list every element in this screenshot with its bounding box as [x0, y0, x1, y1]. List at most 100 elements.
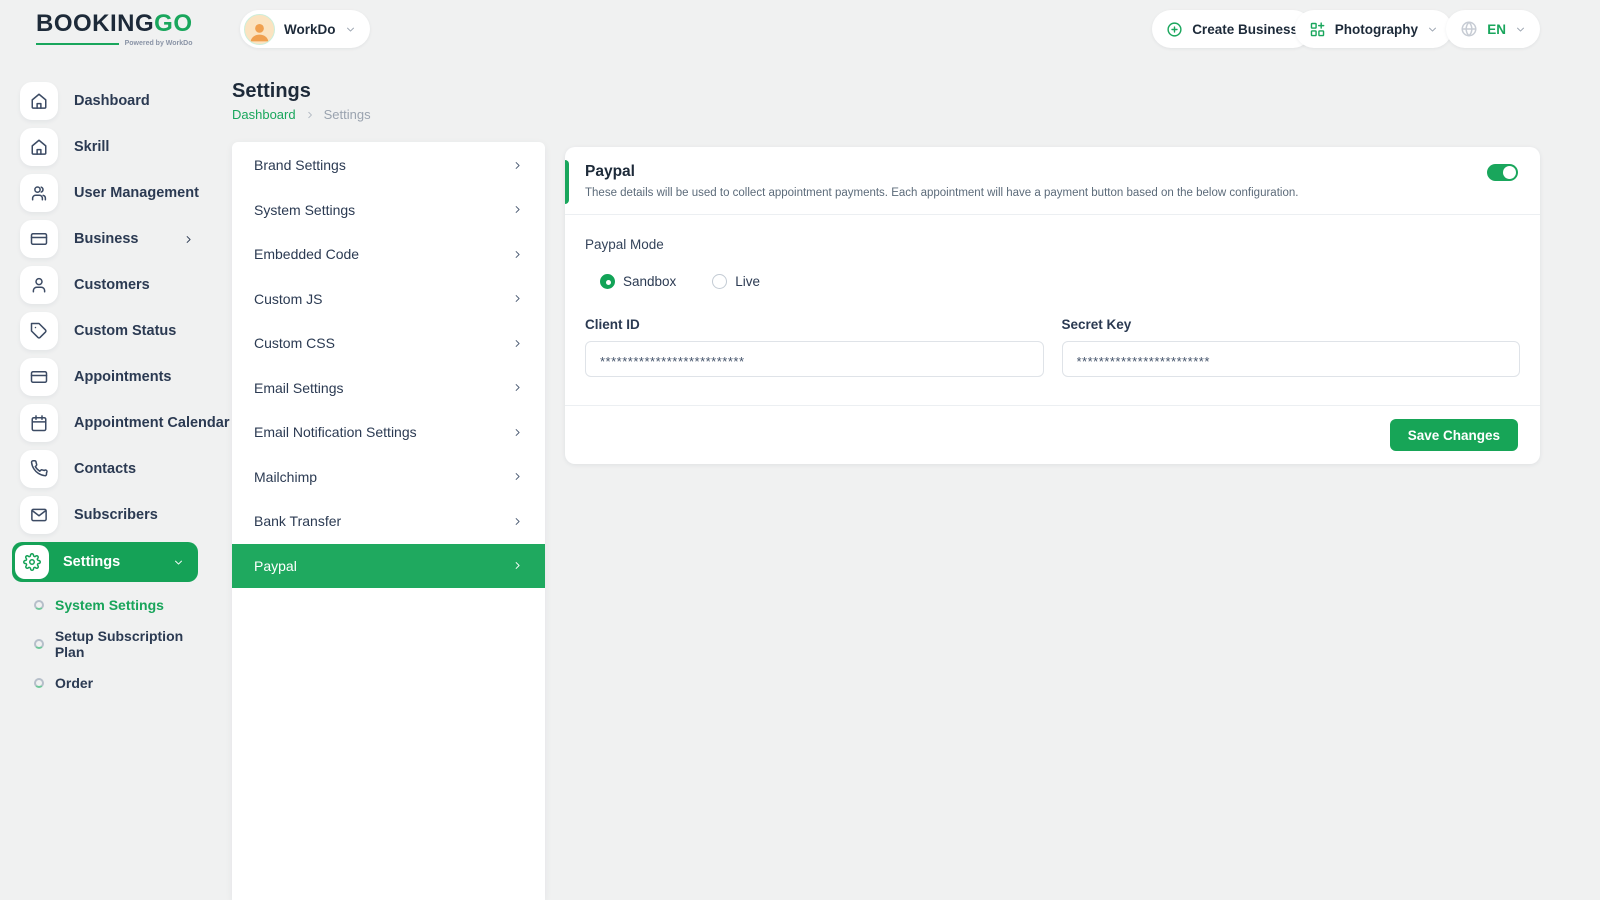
- sidebar-item-dashboard[interactable]: Dashboard: [20, 82, 198, 120]
- workspace-label: WorkDo: [284, 22, 336, 37]
- sidebar-item-label: Appointments: [74, 369, 171, 385]
- radio-icon: [712, 274, 727, 289]
- sidebar-item-label: Customers: [74, 277, 150, 293]
- radio-icon: [600, 274, 615, 289]
- settings-menu-item-label: Mailchimp: [254, 469, 317, 485]
- chevron-right-icon: [512, 382, 523, 393]
- bullet-icon: [34, 639, 44, 649]
- settings-menu-item-label: Brand Settings: [254, 157, 346, 173]
- paypal-mode-radio-sandbox[interactable]: Sandbox: [600, 274, 676, 289]
- field-label: Secret Key: [1062, 317, 1521, 332]
- language-selector[interactable]: EN: [1446, 10, 1540, 48]
- paypal-card-footer: Save Changes: [565, 405, 1540, 464]
- radio-label: Sandbox: [623, 274, 676, 289]
- sidebar-item-business[interactable]: Business: [20, 220, 198, 258]
- sidebar-item-contacts[interactable]: Contacts: [20, 450, 198, 488]
- settings-menu-item-label: Email Notification Settings: [254, 424, 417, 440]
- chevron-right-icon: [512, 160, 523, 171]
- bookinggo-logo[interactable]: BOOKINGGO Powered by WorkDo: [36, 12, 193, 47]
- sidebar-item-subscribers[interactable]: Subscribers: [20, 496, 198, 534]
- settings-menu-item-brand-settings[interactable]: Brand Settings: [232, 143, 545, 188]
- sidebar-item-label: Appointment Calendar: [74, 415, 229, 431]
- business-type-label: Photography: [1335, 22, 1418, 37]
- paypal-credential-fields: Client ID Secret Key: [585, 317, 1520, 377]
- chevron-right-icon: [512, 338, 523, 349]
- sidebar-item-user-management[interactable]: User Management: [20, 174, 198, 212]
- field-secret-key: Secret Key: [1062, 317, 1521, 377]
- bullet-icon: [34, 678, 44, 688]
- workspace-selector[interactable]: WorkDo: [240, 10, 370, 48]
- paypal-settings-card: Paypal These details will be used to col…: [565, 147, 1540, 464]
- paypal-mode-label: Paypal Mode: [585, 237, 1520, 252]
- grid-plus-icon: [1309, 21, 1326, 38]
- settings-menu-item-embedded-code[interactable]: Embedded Code: [232, 232, 545, 277]
- phone-icon: [20, 450, 58, 488]
- topbar: BOOKINGGO Powered by WorkDo WorkDo Creat…: [0, 0, 1600, 58]
- sidebar-item-label: Custom Status: [74, 323, 176, 339]
- paypal-mode-radio-live[interactable]: Live: [712, 274, 760, 289]
- sidebar-nav: Dashboard Skrill User Management Business Cu…: [0, 58, 212, 900]
- paypal-enabled-toggle[interactable]: [1487, 164, 1518, 181]
- globe-icon: [1460, 20, 1478, 38]
- sidebar-item-custom-status[interactable]: Custom Status: [20, 312, 198, 350]
- sidebar-item-label: Contacts: [74, 461, 136, 477]
- sidebar-subitem-label: System Settings: [55, 597, 164, 613]
- chevron-down-icon: [173, 557, 184, 568]
- sidebar-item-skrill[interactable]: Skrill: [20, 128, 198, 166]
- paypal-card-header: Paypal These details will be used to col…: [565, 147, 1540, 215]
- credit-card-icon: [20, 220, 58, 258]
- client-id-input[interactable]: [585, 341, 1044, 377]
- sidebar-item-appointment-calendar[interactable]: Appointment Calendar: [20, 404, 198, 442]
- sidebar-item-label: Settings: [63, 554, 120, 570]
- breadcrumb-dashboard-link[interactable]: Dashboard: [232, 107, 296, 122]
- business-type-selector[interactable]: Photography: [1295, 10, 1452, 48]
- sidebar-item-settings[interactable]: Settings: [12, 542, 198, 582]
- breadcrumb-current: Settings: [324, 107, 371, 122]
- field-client-id: Client ID: [585, 317, 1044, 377]
- chevron-down-icon: [1515, 24, 1526, 35]
- chevron-right-icon: [512, 293, 523, 304]
- sidebar-item-label: Business: [74, 231, 138, 247]
- settings-menu-item-paypal[interactable]: Paypal: [232, 544, 545, 589]
- secret-key-input[interactable]: [1062, 341, 1521, 377]
- person-avatar-icon: [247, 18, 272, 44]
- header-accent-bar: [565, 160, 569, 204]
- paypal-card-title: Paypal: [585, 163, 1518, 181]
- sidebar-subitem-system-settings[interactable]: System Settings: [34, 590, 212, 619]
- sidebar-item-appointments[interactable]: Appointments: [20, 358, 198, 396]
- toggle-knob: [1503, 166, 1516, 179]
- settings-menu-item-email-notification-settings[interactable]: Email Notification Settings: [232, 410, 545, 455]
- sidebar-item-customers[interactable]: Customers: [20, 266, 198, 304]
- language-label: EN: [1487, 22, 1506, 37]
- user-icon: [20, 266, 58, 304]
- chevron-right-icon: [305, 110, 315, 120]
- settings-menu-item-system-settings[interactable]: System Settings: [232, 188, 545, 233]
- settings-menu-item-email-settings[interactable]: Email Settings: [232, 366, 545, 411]
- settings-menu-item-custom-css[interactable]: Custom CSS: [232, 321, 545, 366]
- home-icon: [20, 128, 58, 166]
- sidebar-item-label: Dashboard: [74, 93, 150, 109]
- logo-wordmark: BOOKINGGO: [36, 12, 193, 36]
- create-business-button[interactable]: Create Business: [1152, 10, 1312, 48]
- settings-menu-item-label: Embedded Code: [254, 246, 359, 262]
- save-changes-button[interactable]: Save Changes: [1390, 419, 1518, 451]
- chevron-right-icon: [512, 560, 523, 571]
- mail-icon: [20, 496, 58, 534]
- create-business-label: Create Business: [1192, 22, 1298, 37]
- settings-menu-item-mailchimp[interactable]: Mailchimp: [232, 455, 545, 500]
- settings-menu-item-bank-transfer[interactable]: Bank Transfer: [232, 499, 545, 544]
- breadcrumb: Dashboard Settings: [232, 107, 371, 122]
- sidebar-item-label: Skrill: [74, 139, 109, 155]
- plus-circle-icon: [1166, 21, 1183, 38]
- users-icon: [20, 174, 58, 212]
- settings-menu-item-label: Custom CSS: [254, 335, 335, 351]
- chevron-right-icon: [512, 471, 523, 482]
- sidebar-subitem-order[interactable]: Order: [34, 668, 212, 697]
- sidebar-subitem-setup-subscription-plan[interactable]: Setup Subscription Plan: [34, 629, 212, 658]
- bullet-icon: [34, 600, 44, 610]
- settings-menu-item-label: Custom JS: [254, 291, 322, 307]
- sidebar-item-label: User Management: [74, 185, 199, 201]
- settings-menu-item-custom-js[interactable]: Custom JS: [232, 277, 545, 322]
- sidebar-item-label: Subscribers: [74, 507, 158, 523]
- settings-menu-item-label: Bank Transfer: [254, 513, 341, 529]
